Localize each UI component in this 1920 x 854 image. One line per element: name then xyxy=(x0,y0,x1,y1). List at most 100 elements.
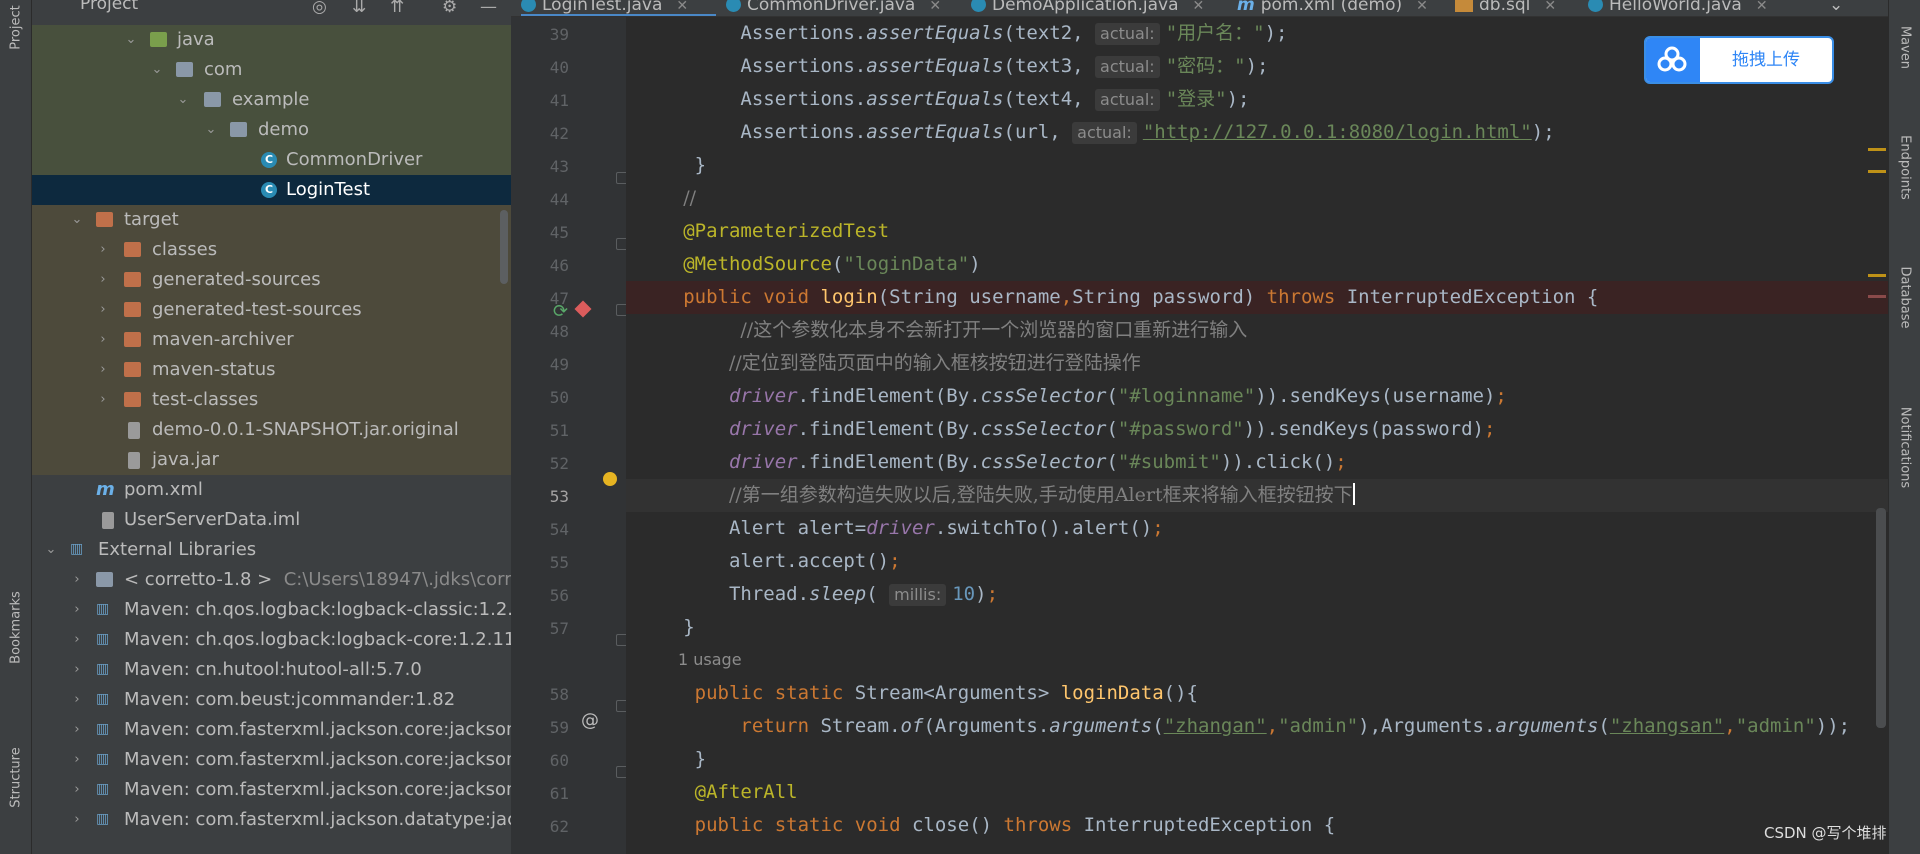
structure-tool-button[interactable]: Structure xyxy=(9,747,24,807)
chevron-down-icon[interactable]: ⌄ xyxy=(204,115,218,145)
chevron-right-icon[interactable]: › xyxy=(70,745,84,775)
chevron-right-icon[interactable]: › xyxy=(70,655,84,685)
tree-item-example[interactable]: ⌄ example xyxy=(32,85,511,115)
tree-item-logintest[interactable]: C LoginTest xyxy=(32,175,511,205)
chevron-right-icon[interactable]: › xyxy=(70,775,84,805)
tree-item-classes[interactable]: › classes xyxy=(32,235,511,265)
tree-item-test-classes[interactable]: › test-classes xyxy=(32,385,511,415)
chevron-right-icon[interactable]: › xyxy=(70,625,84,655)
chevron-right-icon[interactable]: › xyxy=(70,565,84,595)
override-at-icon[interactable]: @ xyxy=(581,710,599,731)
tree-item-library[interactable]: › ▥ Maven: ch.qos.logback:logback-classic:… xyxy=(32,595,511,625)
tree-item-jar-original[interactable]: demo-0.0.1-SNAPSHOT.jar.original xyxy=(32,415,511,445)
project-panel-title[interactable]: Project xyxy=(80,0,138,14)
usage-hint[interactable]: 1 usage xyxy=(678,650,742,669)
tree-item-library[interactable]: › ▥ Maven: com.fasterxml.jackson.datatype:… xyxy=(32,805,511,835)
tree-item-java[interactable]: ⌄ java xyxy=(32,25,511,55)
close-icon[interactable]: ✕ xyxy=(1544,0,1556,14)
collapse-all-icon[interactable]: ⇈ xyxy=(390,0,404,14)
tree-item-external-libraries[interactable]: ⌄ ▥ External Libraries xyxy=(32,535,511,565)
endpoints-tool-button[interactable]: Endpoints xyxy=(1898,135,1913,200)
parameter-hint: actual: xyxy=(1095,89,1160,111)
chevron-right-icon[interactable]: › xyxy=(96,235,110,265)
chevron-right-icon[interactable]: › xyxy=(96,325,110,355)
package-icon xyxy=(230,122,247,137)
chevron-right-icon[interactable]: › xyxy=(96,355,110,385)
code-token: , xyxy=(1060,286,1073,308)
chevron-down-icon[interactable]: ⌄ xyxy=(150,55,164,85)
database-tool-button[interactable]: Database xyxy=(1898,266,1913,328)
drag-upload-button[interactable]: 拖拽上传 xyxy=(1644,36,1834,84)
tree-item-generated-test-sources[interactable]: › generated-test-sources xyxy=(32,295,511,325)
project-tool-button[interactable]: Project xyxy=(9,5,24,49)
tab-db-sql[interactable]: db.sql ✕ xyxy=(1455,0,1556,16)
bookmarks-tool-button[interactable]: Bookmarks xyxy=(9,591,24,664)
tree-item-library[interactable]: › ▥ Maven: com.fasterxml.jackson.core:jack… xyxy=(32,775,511,805)
tree-item-generated-sources[interactable]: › generated-sources xyxy=(32,265,511,295)
editor-scrollbar[interactable] xyxy=(1876,508,1886,728)
breakpoint-icon[interactable] xyxy=(574,300,592,318)
chevron-right-icon[interactable]: › xyxy=(70,805,84,835)
chevron-right-icon[interactable]: › xyxy=(70,685,84,715)
tabs-dropdown-icon[interactable]: ⌄ xyxy=(1829,0,1843,16)
java-class-icon xyxy=(1588,0,1603,12)
code-line-44: // xyxy=(626,182,1888,215)
tree-item-iml[interactable]: UserServerData.iml xyxy=(32,505,511,535)
tree-item-maven-archiver[interactable]: › maven-archiver xyxy=(32,325,511,355)
tab-label: pom.xml (demo) xyxy=(1260,0,1403,15)
chevron-down-icon[interactable]: ⌄ xyxy=(44,535,58,565)
close-icon[interactable]: ✕ xyxy=(676,0,688,14)
project-panel-header: Project ◎ ⇊ ⇈ ⚙ — xyxy=(32,0,511,14)
hide-icon[interactable]: — xyxy=(480,0,497,14)
tab-commondriver[interactable]: CommonDriver.java ✕ xyxy=(726,0,941,16)
tab-pom[interactable]: m pom.xml (demo) ✕ xyxy=(1237,0,1428,16)
gear-icon[interactable]: ⚙ xyxy=(442,0,457,14)
chevron-right-icon[interactable]: › xyxy=(96,265,110,295)
tree-item-pom[interactable]: m pom.xml xyxy=(32,475,511,505)
tab-demoapplication[interactable]: DemoApplication.java ✕ xyxy=(971,0,1205,16)
tree-item-demo[interactable]: ⌄ demo xyxy=(32,115,511,145)
tree-item-maven-status[interactable]: › maven-status xyxy=(32,355,511,385)
tree-item-com[interactable]: ⌄ com xyxy=(32,55,511,85)
code-editor[interactable]: Assertions.assertEquals(text2, actual: "用… xyxy=(626,17,1888,854)
chevron-right-icon[interactable]: › xyxy=(70,715,84,745)
maven-tool-button[interactable]: Maven xyxy=(1898,26,1913,69)
chevron-down-icon[interactable]: ⌄ xyxy=(124,25,138,55)
error-stripe-mark[interactable] xyxy=(1868,148,1886,151)
tree-item-library[interactable]: › ▥ Maven: com.fasterxml.jackson.core:jack… xyxy=(32,715,511,745)
tab-logintest[interactable]: LoginTest.java ✕ xyxy=(521,0,716,16)
chevron-down-icon[interactable]: ⌄ xyxy=(176,85,190,115)
code-token: ; xyxy=(986,583,999,605)
error-stripe-mark[interactable] xyxy=(1868,295,1886,298)
tree-item-target[interactable]: ⌄ target xyxy=(32,205,511,235)
lightbulb-icon[interactable] xyxy=(603,472,617,486)
chevron-right-icon[interactable]: › xyxy=(70,595,84,625)
code-token: ) xyxy=(975,583,987,605)
tree-item-library[interactable]: › ▥ Maven: cn.hutool:hutool-all:5.7.0 xyxy=(32,655,511,685)
tree-item-java-jar[interactable]: java.jar xyxy=(32,445,511,475)
close-icon[interactable]: ✕ xyxy=(929,0,941,14)
locate-icon[interactable]: ◎ xyxy=(312,0,327,14)
code-token: ( xyxy=(1106,385,1118,407)
tree-item-library[interactable]: › ▥ Maven: ch.qos.logback:logback-core:1.2… xyxy=(32,625,511,655)
line-number: 54 xyxy=(549,520,569,539)
code-line-57: } xyxy=(626,611,1888,644)
code-line-43: } xyxy=(626,149,1888,182)
close-icon[interactable]: ✕ xyxy=(1756,0,1768,14)
tree-item-library[interactable]: › ▥ Maven: com.fasterxml.jackson.core:jack… xyxy=(32,745,511,775)
close-icon[interactable]: ✕ xyxy=(1193,0,1205,14)
chevron-down-icon[interactable]: ⌄ xyxy=(70,205,84,235)
tab-helloworld[interactable]: HelloWorld.java ✕ xyxy=(1588,0,1768,16)
error-stripe-mark[interactable] xyxy=(1868,274,1886,277)
tree-item-commondriver[interactable]: C CommonDriver xyxy=(32,145,511,175)
error-stripe-mark[interactable] xyxy=(1868,170,1886,173)
tree-item-jdk[interactable]: › < corretto-1.8 > C:\Users\18947\.jdks\c… xyxy=(32,565,511,595)
project-scrollbar[interactable] xyxy=(500,210,508,284)
code-string-link[interactable]: "http://127.0.0.1:8080/login.html" xyxy=(1143,121,1532,143)
expand-all-icon[interactable]: ⇊ xyxy=(352,0,366,14)
chevron-right-icon[interactable]: › xyxy=(96,295,110,325)
tree-item-library[interactable]: › ▥ Maven: com.beust:jcommander:1.82 xyxy=(32,685,511,715)
close-icon[interactable]: ✕ xyxy=(1416,0,1428,14)
chevron-right-icon[interactable]: › xyxy=(96,385,110,415)
notifications-tool-button[interactable]: Notifications xyxy=(1898,407,1913,488)
